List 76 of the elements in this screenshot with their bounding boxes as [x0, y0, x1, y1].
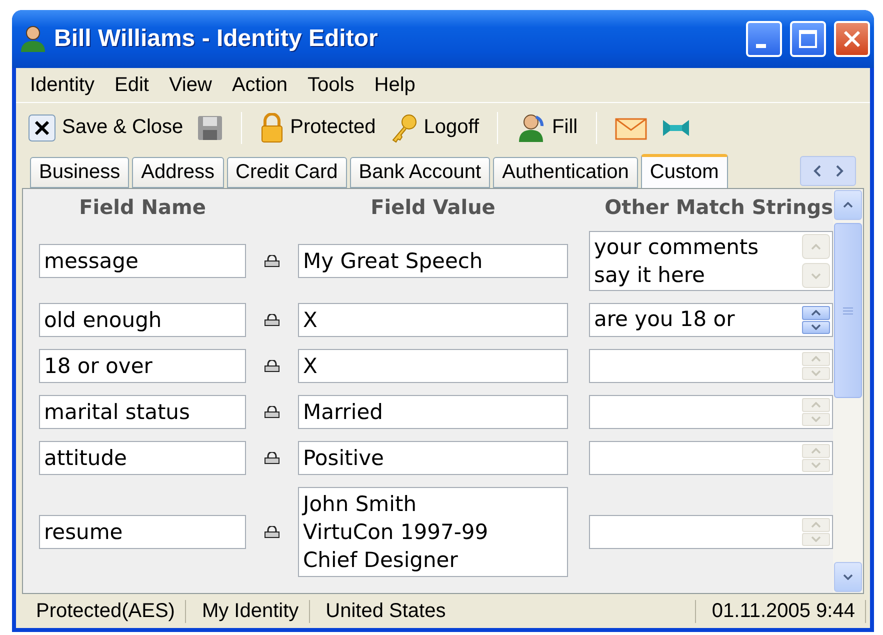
tab[interactable]: Credit Card: [226, 157, 347, 188]
field-name-input[interactable]: marital status: [39, 395, 246, 429]
tab[interactable]: Custom: [640, 154, 728, 188]
vertical-scrollbar[interactable]: [833, 189, 863, 593]
tab[interactable]: Bank Account: [350, 157, 490, 188]
status-text: 01.11.2005 9:44: [696, 600, 866, 622]
field-value-input[interactable]: John Smith VirtuCon 1997-99 Chief Designer: [298, 487, 568, 577]
tab[interactable]: Address: [132, 157, 224, 188]
toolbar-button[interactable]: Save & Close: [24, 112, 188, 144]
up-caret-icon: [843, 202, 853, 208]
menu-item[interactable]: Help: [366, 74, 428, 96]
padlock-icon: [264, 360, 280, 372]
down-caret-icon: [811, 536, 821, 542]
scroll-down-button[interactable]: [834, 562, 862, 592]
padlock-icon: [264, 452, 280, 464]
field-name-input[interactable]: message: [39, 244, 246, 278]
match-strings-input[interactable]: are you 18 or: [589, 303, 833, 337]
column-header: Field Value: [370, 195, 496, 219]
scroll-thumb[interactable]: [834, 223, 862, 398]
envelope-icon: [614, 116, 647, 140]
toolbar-button[interactable]: Protected: [256, 110, 380, 144]
toolbar-button[interactable]: Logoff: [386, 110, 484, 144]
down-caret-icon: [811, 324, 821, 330]
column-header: Other Match Strings: [604, 195, 833, 219]
close-icon: [842, 29, 862, 49]
up-caret-icon: [811, 244, 821, 250]
minimize-button[interactable]: [746, 21, 782, 57]
padlock-icon: [264, 255, 280, 267]
field-name-input[interactable]: attitude: [39, 441, 246, 475]
field-name-input[interactable]: old enough: [39, 303, 246, 337]
down-caret-icon: [811, 416, 821, 422]
tab-scroll-buttons[interactable]: [800, 156, 856, 186]
field-name-input[interactable]: resume: [39, 515, 246, 549]
up-caret-icon: [811, 522, 821, 528]
up-caret-icon: [811, 356, 821, 362]
maximize-icon: [798, 29, 818, 49]
person-icon: [20, 25, 46, 53]
up-caret-icon: [811, 402, 821, 408]
field-value-input[interactable]: X: [298, 303, 568, 337]
down-caret-icon: [811, 272, 821, 278]
toolbar-button[interactable]: Fill: [512, 110, 582, 144]
menu-item[interactable]: Action: [224, 74, 300, 96]
field-value-input[interactable]: Positive: [298, 441, 568, 475]
spin-up-button[interactable]: [802, 306, 830, 320]
menu-item[interactable]: Tools: [300, 74, 366, 96]
padlock-icon: [260, 112, 284, 142]
down-caret-icon: [811, 462, 821, 468]
down-caret-icon: [843, 574, 853, 580]
window-title: Bill Williams - Identity Editor: [54, 25, 379, 53]
key-icon: [390, 112, 418, 142]
status-text: United States: [310, 600, 696, 622]
field-value-input[interactable]: Married: [298, 395, 568, 429]
minimize-icon: [756, 44, 766, 48]
up-caret-icon: [811, 310, 821, 316]
status-text: Protected(AES): [20, 600, 186, 622]
person-icon: [516, 112, 546, 142]
menu-item[interactable]: Identity: [22, 74, 106, 96]
up-caret-icon: [811, 448, 821, 454]
spin-down-button[interactable]: [802, 320, 830, 334]
padlock-icon: [264, 526, 280, 538]
scroll-up-button[interactable]: [834, 190, 862, 220]
tab[interactable]: Authentication: [493, 157, 638, 188]
menu-item[interactable]: View: [160, 74, 224, 96]
padlock-icon: [264, 314, 280, 326]
field-value-input[interactable]: X: [298, 349, 568, 383]
close-button[interactable]: [834, 21, 870, 57]
field-value-input[interactable]: My Great Speech: [298, 244, 568, 278]
field-name-input[interactable]: 18 or over: [39, 349, 246, 383]
status-text: My Identity: [186, 600, 310, 622]
padlock-icon: [264, 406, 280, 418]
close-icon: [28, 114, 56, 142]
down-caret-icon: [811, 370, 821, 376]
maximize-button[interactable]: [790, 21, 826, 57]
column-header: Field Name: [78, 195, 207, 219]
menu-item[interactable]: Edit: [106, 74, 161, 96]
tab[interactable]: Business: [30, 157, 130, 188]
